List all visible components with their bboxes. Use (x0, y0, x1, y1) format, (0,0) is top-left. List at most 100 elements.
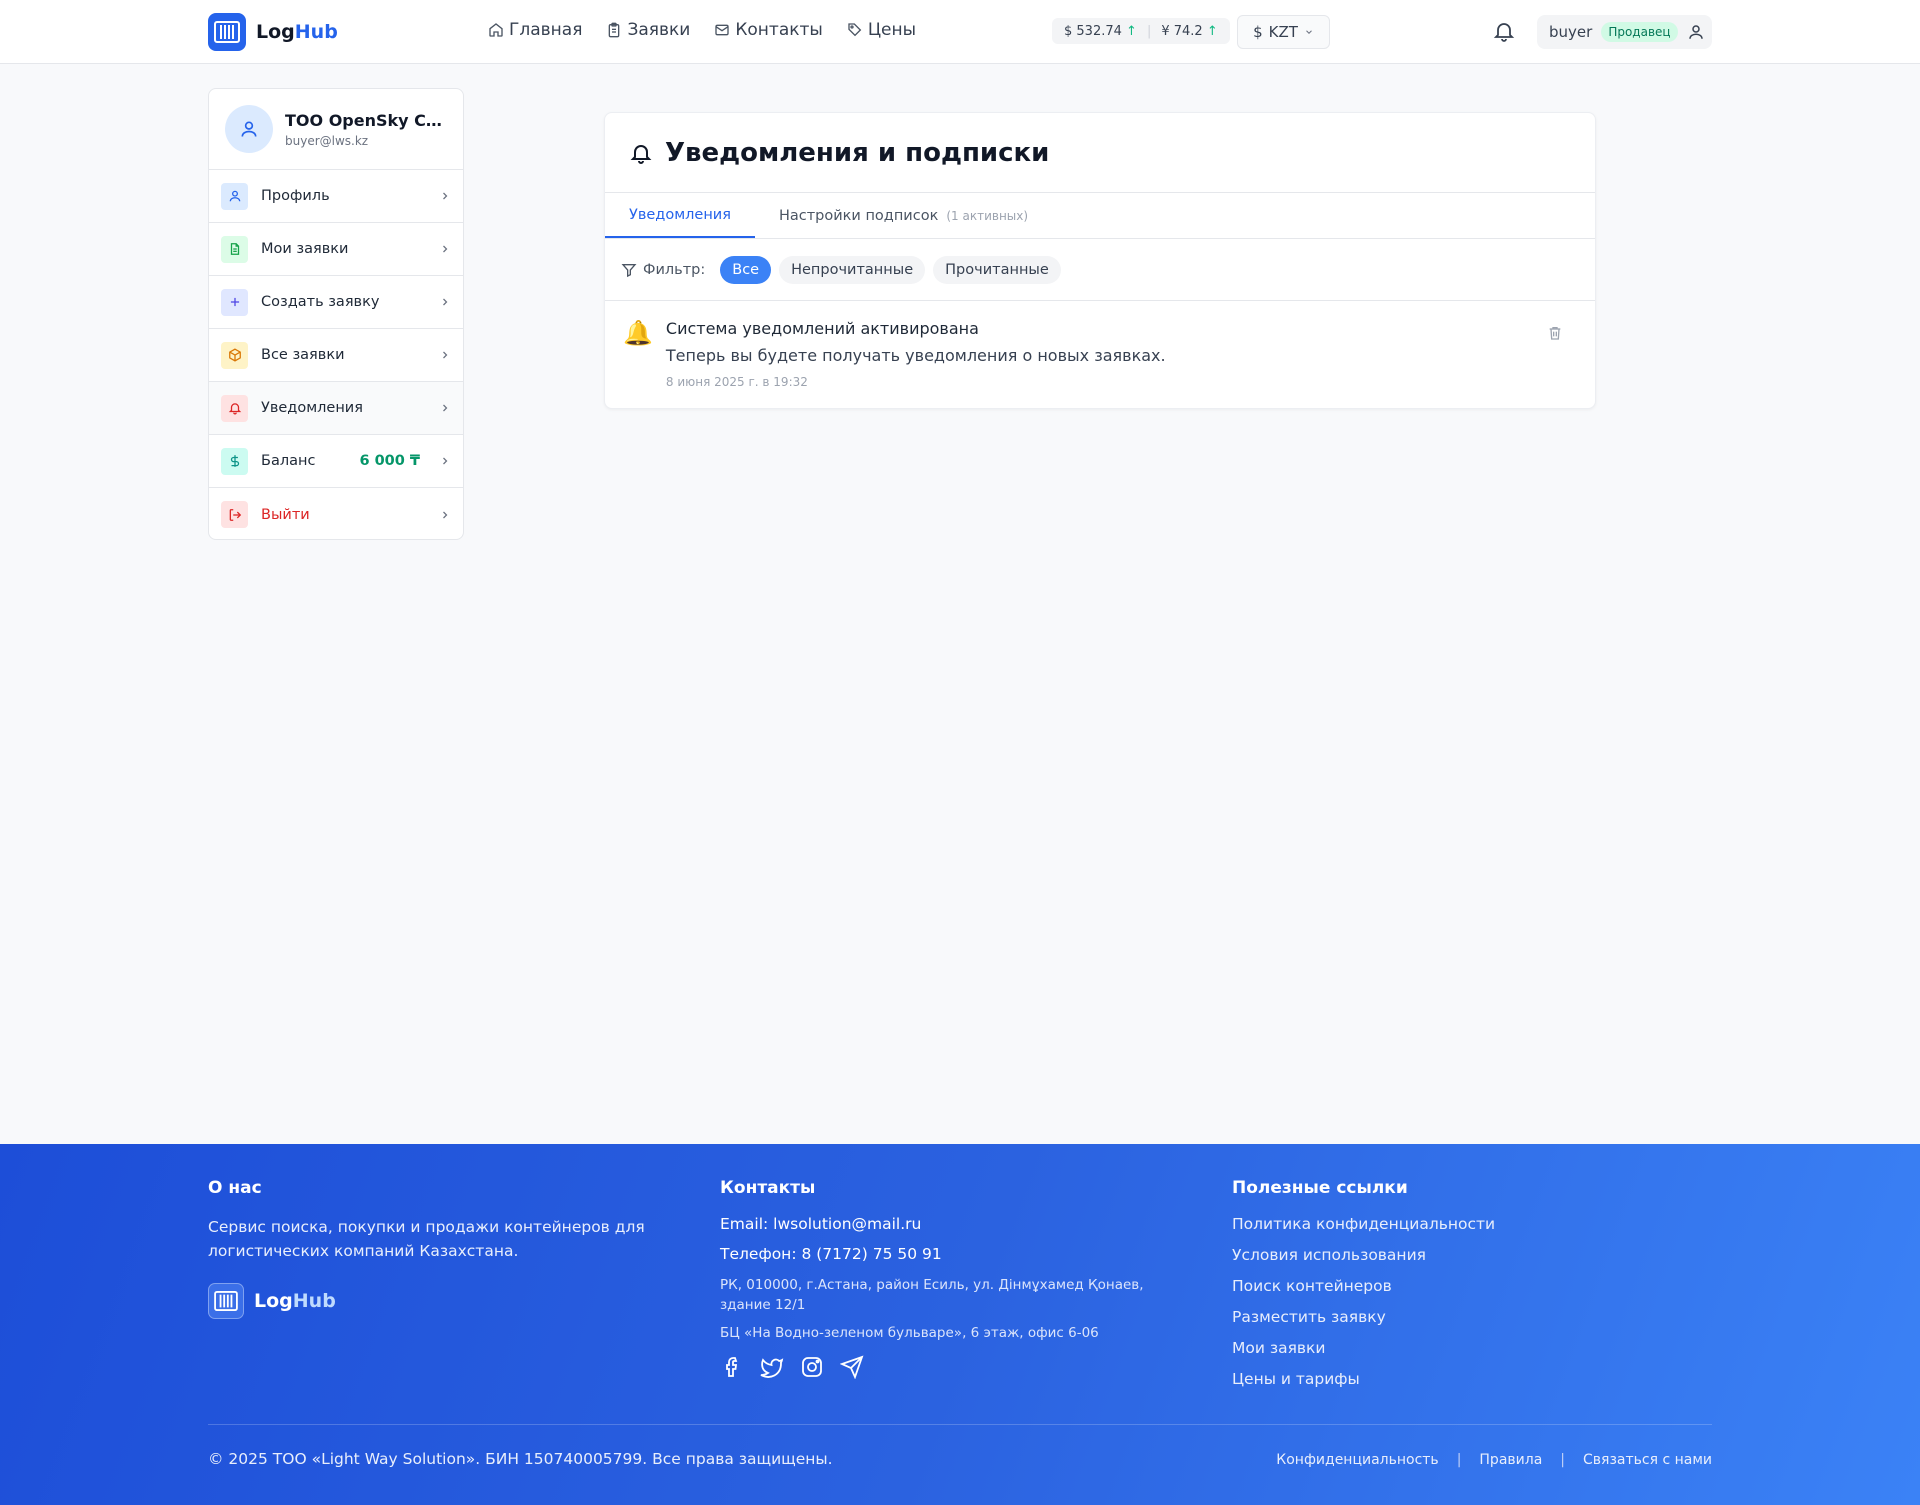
footer-heading: Полезные ссылки (1232, 1178, 1408, 1198)
bell-icon (629, 141, 653, 165)
cny-rate: ¥ 74.2 ↑ (1161, 23, 1218, 39)
filter-bar: Фильтр: Все Непрочитанные Прочитанные (605, 239, 1595, 301)
clipboard-icon (606, 22, 622, 38)
filter-read-chip[interactable]: Прочитанные (933, 255, 1061, 284)
nav-contacts[interactable]: Контакты (714, 20, 823, 40)
filter-all-chip[interactable]: Все (720, 255, 772, 284)
filter-icon (621, 262, 637, 278)
footer-link-pricing[interactable]: Цены и тарифы (1232, 1370, 1712, 1388)
balance-value: 6 000 ₸ (359, 453, 420, 469)
container-logo-icon (208, 13, 246, 51)
main-nav: Главная Заявки Контакты Цены (488, 20, 916, 40)
chevron-right-icon (439, 243, 451, 255)
tab-label: Уведомления (629, 206, 731, 223)
contact-office: БЦ «На Водно-зеленом бульваре», 6 этаж, … (720, 1325, 1099, 1341)
footer-link-post-request[interactable]: Разместить заявку (1232, 1308, 1712, 1326)
footer-logo[interactable]: LogHub (208, 1283, 678, 1319)
user-menu[interactable]: buyer Продавец (1537, 15, 1712, 49)
notification-time: 8 июня 2025 г. в 19:32 (665, 375, 808, 389)
chevron-down-icon (1304, 27, 1314, 37)
tab-notifications[interactable]: Уведомления (605, 193, 755, 238)
user-email: buyer@lws.kz (285, 133, 369, 148)
bottom-link-contact[interactable]: Связаться с нами (1583, 1452, 1712, 1468)
card-header: Уведомления и подписки (605, 113, 1595, 193)
footer-link-privacy[interactable]: Политика конфиденциальности (1232, 1215, 1712, 1233)
currency-value: KZT (1268, 23, 1298, 41)
footer-bottom-links: Конфиденциальность | Правила | Связаться… (1276, 1452, 1712, 1468)
profile-info: ТОО OpenSky Container buyer@lws.kz (285, 111, 445, 148)
tag-icon (847, 22, 863, 38)
company-name: ТОО OpenSky Container (285, 110, 445, 130)
delete-trash-icon[interactable] (1547, 325, 1563, 341)
tabs: Уведомления Настройки подписок (1 активн… (605, 193, 1595, 239)
footer-useful-links: Полезные ссылки Политика конфиденциально… (1232, 1178, 1712, 1401)
nav-prices[interactable]: Цены (847, 20, 916, 40)
contact-email[interactable]: Email: lwsolution@mail.ru (720, 1215, 1190, 1233)
sidebar-item-notifications[interactable]: Уведомления (209, 382, 463, 435)
notifications-bell-button[interactable] (1492, 19, 1516, 43)
notification-item[interactable]: 🔔 Система уведомлений активирована Тепер… (605, 301, 1595, 389)
footer-logo-text: LogHub (254, 1290, 336, 1312)
user-icon (1687, 23, 1705, 41)
copyright: © 2025 ТОО «Light Way Solution». БИН 150… (208, 1450, 833, 1468)
twitter-icon[interactable] (760, 1355, 784, 1379)
sidebar-item-label: Баланс (261, 453, 316, 469)
logo[interactable]: LogHub (208, 13, 338, 51)
avatar (225, 105, 273, 153)
sidebar-item-create-request[interactable]: Создать заявку (209, 276, 463, 329)
sidebar-item-balance[interactable]: Баланс 6 000 ₸ (209, 435, 463, 488)
top-header: LogHub Главная Заявки Контакты Цены $ 53… (0, 0, 1920, 64)
footer-about: О нас Сервис поиска, покупки и продажи к… (208, 1178, 678, 1319)
username: buyer (1549, 23, 1593, 41)
sidebar-item-my-requests[interactable]: Мои заявки (209, 223, 463, 276)
filter-unread-chip[interactable]: Непрочитанные (779, 255, 926, 284)
footer-link-my-requests[interactable]: Мои заявки (1232, 1339, 1712, 1357)
rates-divider: | (1146, 23, 1152, 39)
page-title: Уведомления и подписки (665, 137, 1050, 168)
bell-icon (1492, 19, 1516, 43)
sidebar-item-label: Уведомления (261, 400, 363, 416)
bottom-link-rules[interactable]: Правила (1479, 1452, 1542, 1468)
dollar-icon (221, 447, 248, 475)
social-links (720, 1355, 1190, 1379)
notification-title: Система уведомлений активирована (665, 319, 979, 338)
sidebar-item-label: Все заявки (261, 347, 345, 363)
nav-contacts-label: Контакты (735, 20, 823, 40)
sidebar-item-profile[interactable]: Профиль (209, 170, 463, 223)
file-text-icon (221, 235, 248, 263)
bottom-link-privacy[interactable]: Конфиденциальность (1276, 1452, 1438, 1468)
chevron-right-icon (439, 349, 451, 361)
footer-link-search[interactable]: Поиск контейнеров (1232, 1277, 1712, 1295)
active-count: (1 активных) (946, 208, 1029, 223)
facebook-icon[interactable] (720, 1355, 744, 1379)
chevron-right-icon (439, 296, 451, 308)
notifications-card: Уведомления и подписки Уведомления Настр… (604, 112, 1596, 409)
about-text: Сервис поиска, покупки и продажи контейн… (208, 1218, 645, 1260)
sidebar-item-label: Создать заявку (261, 294, 380, 310)
exchange-rates: $ 532.74 ↑ | ¥ 74.2 ↑ (1052, 18, 1230, 44)
tab-subscription-settings[interactable]: Настройки подписок (1 активных) (755, 193, 1052, 238)
sidebar-item-all-requests[interactable]: Все заявки (209, 329, 463, 382)
nav-requests[interactable]: Заявки (606, 20, 690, 40)
logout-icon (221, 501, 248, 528)
filter-label: Фильтр: (621, 262, 705, 278)
plus-icon (221, 288, 248, 316)
sidebar-item-logout[interactable]: Выйти (209, 488, 463, 539)
nav-prices-label: Цены (867, 20, 917, 40)
usd-rate: $ 532.74 ↑ (1064, 23, 1137, 39)
footer-heading: О нас (208, 1178, 262, 1198)
contact-phone[interactable]: Телефон: 8 (7172) 75 50 91 (720, 1245, 1190, 1263)
home-icon (488, 22, 504, 38)
nav-home[interactable]: Главная (488, 20, 582, 40)
sidebar-item-label: Профиль (261, 188, 330, 204)
currency-select[interactable]: $ KZT (1237, 15, 1330, 49)
chevron-right-icon (439, 509, 451, 521)
container-logo-icon (208, 1283, 244, 1319)
bell-icon (221, 394, 248, 422)
footer-link-terms[interactable]: Условия использования (1232, 1246, 1712, 1264)
nav-requests-label: Заявки (627, 20, 691, 40)
mail-icon (714, 22, 730, 38)
bell-emoji-icon: 🔔 (623, 319, 653, 347)
instagram-icon[interactable] (800, 1355, 824, 1379)
telegram-icon[interactable] (840, 1355, 864, 1379)
